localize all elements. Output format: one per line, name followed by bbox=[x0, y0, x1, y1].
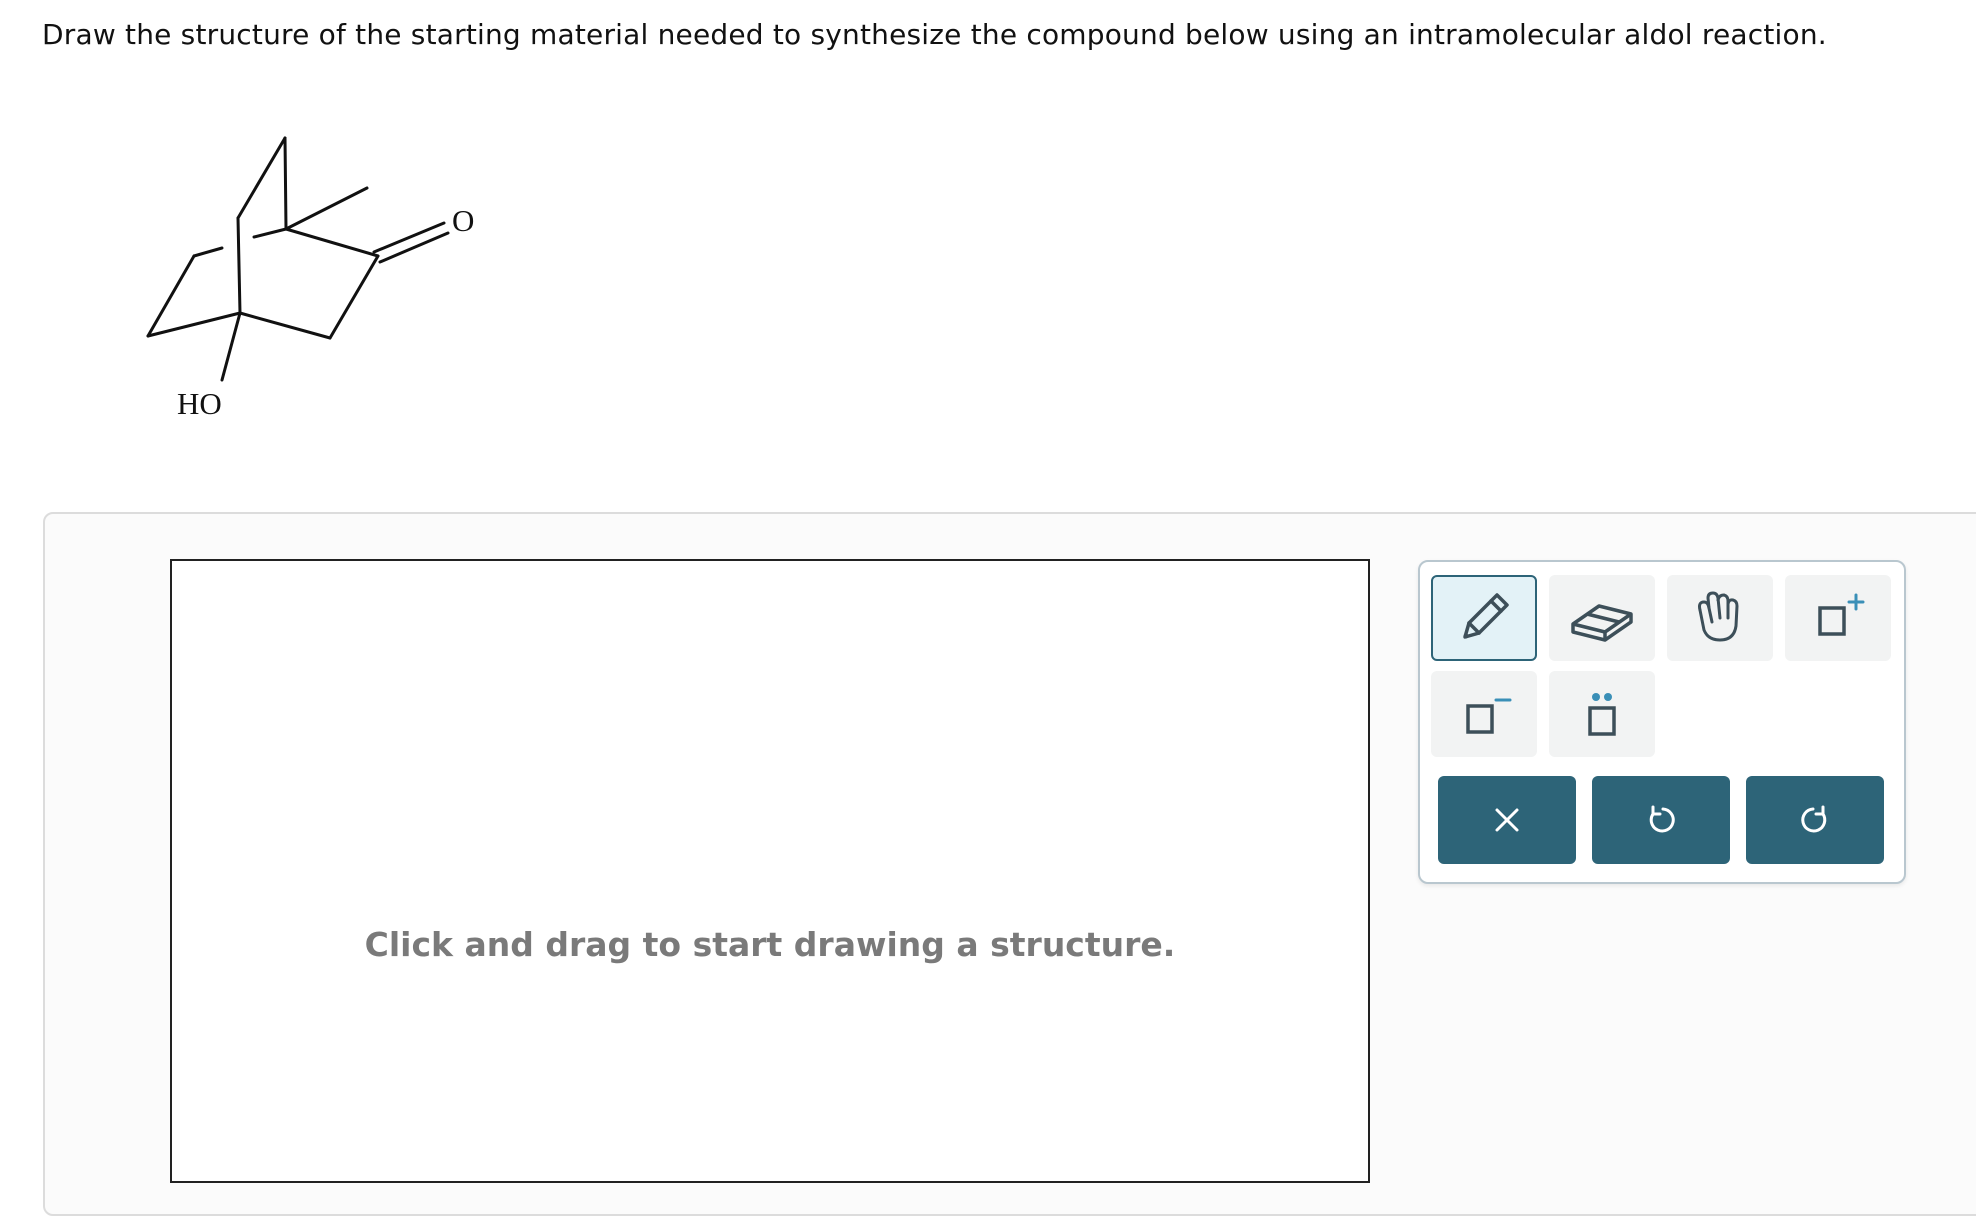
bond bbox=[220, 311, 242, 382]
bond bbox=[146, 254, 196, 338]
bond bbox=[236, 136, 287, 220]
negative-charge-icon bbox=[1466, 698, 1512, 734]
bond bbox=[328, 254, 380, 340]
bond bbox=[284, 227, 380, 258]
lone-pair-icon bbox=[1588, 693, 1616, 736]
redo-button[interactable] bbox=[1746, 776, 1884, 864]
clear-icon bbox=[1495, 808, 1519, 832]
lone-pair-tool-button[interactable] bbox=[1549, 671, 1655, 757]
pencil-icon bbox=[1463, 593, 1509, 639]
canvas-hint: Click and drag to start drawing a struct… bbox=[364, 925, 1176, 964]
undo-icon bbox=[1649, 805, 1675, 833]
product-structure: O HO bbox=[146, 136, 474, 421]
clear-button[interactable] bbox=[1438, 776, 1576, 864]
hydroxyl-label: HO bbox=[177, 386, 222, 421]
pencil-tool-button[interactable] bbox=[1431, 575, 1537, 661]
bond bbox=[284, 186, 369, 231]
positive-charge-icon bbox=[1818, 593, 1865, 636]
hand-icon bbox=[1698, 591, 1739, 642]
hand-tool-button[interactable] bbox=[1667, 575, 1773, 661]
eraser-tool-button[interactable] bbox=[1549, 575, 1655, 661]
bond bbox=[238, 311, 332, 340]
bond bbox=[146, 311, 242, 338]
carbonyl-oxygen-label: O bbox=[452, 203, 474, 238]
bond bbox=[192, 246, 224, 258]
bond bbox=[252, 227, 288, 239]
drawing-toolbox bbox=[1418, 560, 1906, 884]
undo-button[interactable] bbox=[1592, 776, 1730, 864]
question-text: Draw the structure of the starting mater… bbox=[42, 18, 1827, 51]
double-bond bbox=[372, 221, 446, 254]
redo-icon bbox=[1801, 805, 1827, 833]
negative-charge-tool-button[interactable] bbox=[1431, 671, 1537, 757]
positive-charge-tool-button[interactable] bbox=[1785, 575, 1891, 661]
bond bbox=[236, 216, 242, 315]
drawing-canvas[interactable]: Click and drag to start drawing a struct… bbox=[170, 559, 1370, 1183]
bond bbox=[283, 136, 288, 231]
double-bond bbox=[378, 231, 450, 264]
eraser-icon bbox=[1571, 604, 1633, 642]
